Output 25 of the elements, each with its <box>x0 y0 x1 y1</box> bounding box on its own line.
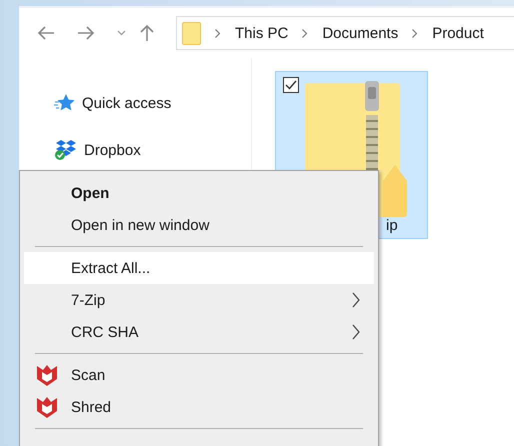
dropbox-icon <box>54 139 78 161</box>
breadcrumb-item[interactable]: Documents <box>322 24 398 42</box>
sidebar-item[interactable]: Dropbox <box>84 142 141 158</box>
chevron-icon <box>302 28 308 38</box>
up-icon[interactable] <box>140 24 154 42</box>
folder-icon <box>182 22 201 44</box>
menu-item[interactable]: 7-Zip <box>24 284 374 316</box>
sidebar-item[interactable]: Quick access <box>82 94 172 112</box>
menu-item[interactable]: CRC SHA <box>24 316 374 348</box>
back-icon[interactable] <box>37 26 55 40</box>
forward-icon[interactable] <box>77 26 95 40</box>
shield-icon <box>36 363 58 387</box>
address-bar[interactable]: This PC Documents Product <box>176 16 514 50</box>
breadcrumb-item[interactable]: Product <box>432 24 484 42</box>
chevron-icon <box>215 28 220 38</box>
file-name: ip <box>386 217 398 234</box>
checkbox[interactable] <box>283 77 299 93</box>
menu-item[interactable]: Extract All... <box>24 252 374 284</box>
menu-item[interactable]: Shred <box>24 391 374 423</box>
dropdown-icon[interactable] <box>117 30 126 36</box>
chevron-icon <box>412 28 418 38</box>
shield-icon <box>36 395 58 419</box>
menu-item[interactable]: Scan <box>24 359 374 391</box>
breadcrumb-item[interactable]: This PC <box>235 24 288 42</box>
star-icon <box>54 93 76 113</box>
